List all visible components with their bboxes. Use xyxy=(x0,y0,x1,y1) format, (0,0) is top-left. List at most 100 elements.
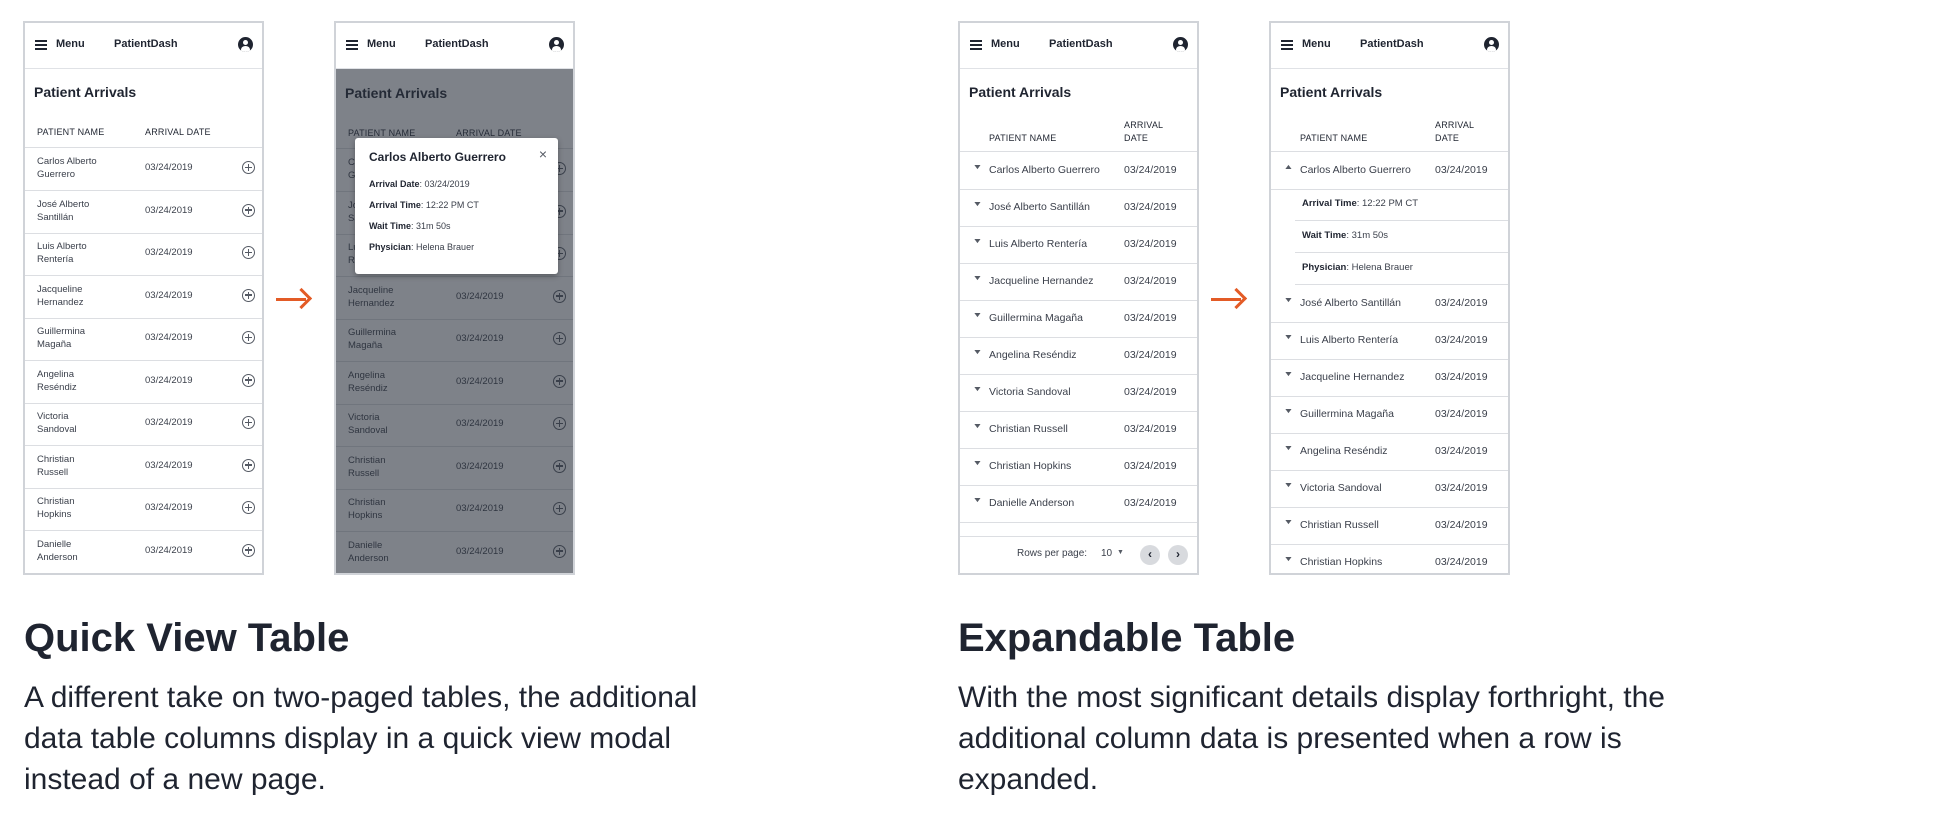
chevron-down-icon[interactable]: ▼ xyxy=(1283,297,1293,304)
chevron-down-icon[interactable]: ▼ xyxy=(972,460,982,467)
add-circle-icon[interactable] xyxy=(242,246,255,259)
chevron-down-icon[interactable]: ▼ xyxy=(972,423,982,430)
add-circle-icon[interactable] xyxy=(242,288,255,302)
previous-page-button[interactable]: ‹ xyxy=(1140,545,1160,565)
add-circle-icon[interactable] xyxy=(242,331,255,344)
patient-name-line: Jacqueline xyxy=(37,283,83,295)
table-row[interactable]: ▼ Christian Russell 03/24/2019 xyxy=(960,411,1197,449)
brand-name: PatientDash xyxy=(425,38,489,50)
table-row[interactable]: Victoria Sandoval 03/24/2019 xyxy=(25,403,262,446)
patient-name: Victoria Sandoval xyxy=(989,386,1071,398)
patient-name: Luis Alberto Rentería xyxy=(1300,334,1399,346)
user-account-icon[interactable] xyxy=(549,37,564,52)
column-header-date: ARRIVAL DATE xyxy=(1124,120,1164,143)
table-row[interactable]: ▼ Angelina Reséndiz 03/24/2019 xyxy=(1271,433,1508,471)
hamburger-menu-icon[interactable] xyxy=(1281,40,1293,50)
quick-view-description: A different take on two-paged tables, th… xyxy=(24,681,698,796)
table-row[interactable]: Carlos Alberto Guerrero 03/24/2019 xyxy=(25,148,262,191)
table-row[interactable]: ▼ José Alberto Santillán 03/24/2019 xyxy=(1271,285,1508,323)
patient-name: Victoria Sandoval xyxy=(1300,482,1382,494)
add-circle-icon[interactable] xyxy=(242,501,255,514)
chevron-down-icon[interactable]: ▼ xyxy=(972,238,982,245)
table-row[interactable]: ▼ José Alberto Santillán 03/24/2019 xyxy=(960,189,1197,227)
chevron-down-icon[interactable]: ▼ xyxy=(972,201,982,208)
table-row[interactable]: ▼ Christian Russell 03/24/2019 xyxy=(1271,507,1508,545)
table-row[interactable]: José AlbertoSantillán 03/24/2019 xyxy=(25,191,262,234)
user-account-icon[interactable] xyxy=(1173,37,1188,52)
arrival-date: 03/24/2019 xyxy=(1124,164,1177,176)
chevron-down-icon[interactable]: ▼ xyxy=(1283,334,1293,341)
table-row[interactable]: ▼ Jacqueline Hernandez 03/24/2019 xyxy=(1271,359,1508,397)
patient-name: Christian Hopkins xyxy=(37,495,127,521)
chevron-down-icon[interactable]: ▼ xyxy=(972,164,982,171)
add-circle-icon[interactable] xyxy=(242,458,255,472)
table-row[interactable]: ▼ Christian Hopkins 03/24/2019 xyxy=(960,448,1197,486)
add-circle-icon[interactable] xyxy=(242,203,255,217)
table-row[interactable]: ▼ Luis Alberto Rentería 03/24/2019 xyxy=(1271,322,1508,360)
add-circle-icon[interactable] xyxy=(242,416,255,429)
chevron-down-icon[interactable]: ▼ xyxy=(1283,371,1293,378)
caret-down-icon[interactable]: ▼ xyxy=(1117,549,1124,556)
add-circle-icon[interactable] xyxy=(242,161,255,174)
chevron-down-icon[interactable]: ▼ xyxy=(1283,445,1293,452)
rows-per-page-select[interactable]: 10 xyxy=(1101,548,1112,559)
table-title: Patient Arrivals xyxy=(1280,84,1383,100)
patient-name-line: Christian xyxy=(37,496,75,507)
add-circle-icon[interactable] xyxy=(242,373,255,387)
patient-name: Danielle Anderson xyxy=(989,497,1075,509)
hamburger-menu-icon[interactable] xyxy=(346,40,358,50)
arrival-date: 03/24/2019 xyxy=(1124,386,1177,398)
chevron-down-icon[interactable]: ▼ xyxy=(1283,482,1293,489)
chevron-down-icon[interactable]: ▼ xyxy=(1283,519,1293,526)
table-row[interactable]: ▼ Victoria Sandoval 03/24/2019 xyxy=(960,374,1197,412)
table-title: Patient Arrivals xyxy=(34,84,137,100)
table-row[interactable]: ▼ Luis Alberto Rentería 03/24/2019 xyxy=(960,226,1197,264)
table-row[interactable]: ▼ Guillermina Magaña 03/24/2019 xyxy=(1271,396,1508,434)
patient-name-line: Victoria xyxy=(37,411,69,422)
table-row[interactable]: AngelinaReséndiz 03/24/2019 xyxy=(25,361,262,404)
user-account-icon[interactable] xyxy=(1484,37,1499,52)
next-page-button[interactable]: › xyxy=(1168,545,1188,565)
close-icon[interactable]: × xyxy=(539,146,547,162)
table-row[interactable]: JacquelineHernandez 03/24/2019 xyxy=(25,276,262,319)
chevron-down-icon[interactable]: ▼ xyxy=(972,349,982,356)
table-row[interactable]: Guillermina Magaña 03/24/2019 xyxy=(25,318,262,361)
user-account-icon[interactable] xyxy=(238,37,253,52)
arrival-date: 03/24/2019 xyxy=(1124,423,1177,435)
menu-label[interactable]: Menu xyxy=(56,38,85,50)
table-row[interactable]: ▲ Carlos Alberto Guerrero 03/24/2019 xyxy=(1271,152,1508,190)
table-row[interactable]: ▼ Carlos Alberto Guerrero 03/24/2019 xyxy=(960,152,1197,190)
table-row[interactable]: DanielleAnderson 03/24/2019 xyxy=(25,531,262,573)
patient-name-line: Angelina xyxy=(37,368,74,380)
hamburger-menu-icon[interactable] xyxy=(35,40,47,50)
table-row[interactable]: ▼ Danielle Anderson 03/24/2019 xyxy=(960,485,1197,523)
patient-name: Guillermina Magaña xyxy=(37,325,127,351)
chevron-down-icon[interactable]: ▼ xyxy=(972,497,982,504)
table-row[interactable]: ▼ Victoria Sandoval 03/24/2019 xyxy=(1271,470,1508,508)
chevron-up-icon[interactable]: ▲ xyxy=(1283,164,1293,171)
table-row[interactable]: Luis Alberto Rentería 03/24/2019 xyxy=(25,233,262,276)
table-row[interactable]: ▼ Guillermina Magaña 03/24/2019 xyxy=(960,300,1197,338)
table-row[interactable]: Christian Hopkins 03/24/2019 xyxy=(25,488,262,531)
expanded-detail-row: Physician: Helena Brauer xyxy=(1295,253,1508,285)
hamburger-menu-icon[interactable] xyxy=(970,40,982,50)
arrival-date: 03/24/2019 xyxy=(1435,297,1488,309)
chevron-down-icon[interactable]: ▼ xyxy=(972,312,982,319)
chevron-down-icon[interactable]: ▼ xyxy=(1283,408,1293,415)
menu-label[interactable]: Menu xyxy=(367,38,396,50)
expanded-detail-row: Arrival Time: 12:22 PM CT xyxy=(1295,189,1508,221)
quick-view-modal: Carlos Alberto Guerrero × Arrival Date: … xyxy=(355,138,558,274)
chevron-down-icon[interactable]: ▼ xyxy=(1283,556,1293,563)
table-row[interactable]: ▼ Jacqueline Hernandez 03/24/2019 xyxy=(960,263,1197,301)
arrival-date: 03/24/2019 xyxy=(1124,349,1177,361)
arrival-date: 03/24/2019 xyxy=(145,459,193,471)
menu-label[interactable]: Menu xyxy=(991,38,1020,50)
add-circle-icon[interactable] xyxy=(242,543,255,557)
chevron-down-icon[interactable]: ▼ xyxy=(972,275,982,282)
table-row[interactable]: ▼ Christian Hopkins 03/24/2019 xyxy=(1271,544,1508,573)
column-header-name: PATIENT NAME xyxy=(989,133,1057,143)
table-row[interactable]: ▼ Angelina Reséndiz 03/24/2019 xyxy=(960,337,1197,375)
table-row[interactable]: ChristianRussell 03/24/2019 xyxy=(25,446,262,489)
menu-label[interactable]: Menu xyxy=(1302,38,1331,50)
chevron-down-icon[interactable]: ▼ xyxy=(972,386,982,393)
